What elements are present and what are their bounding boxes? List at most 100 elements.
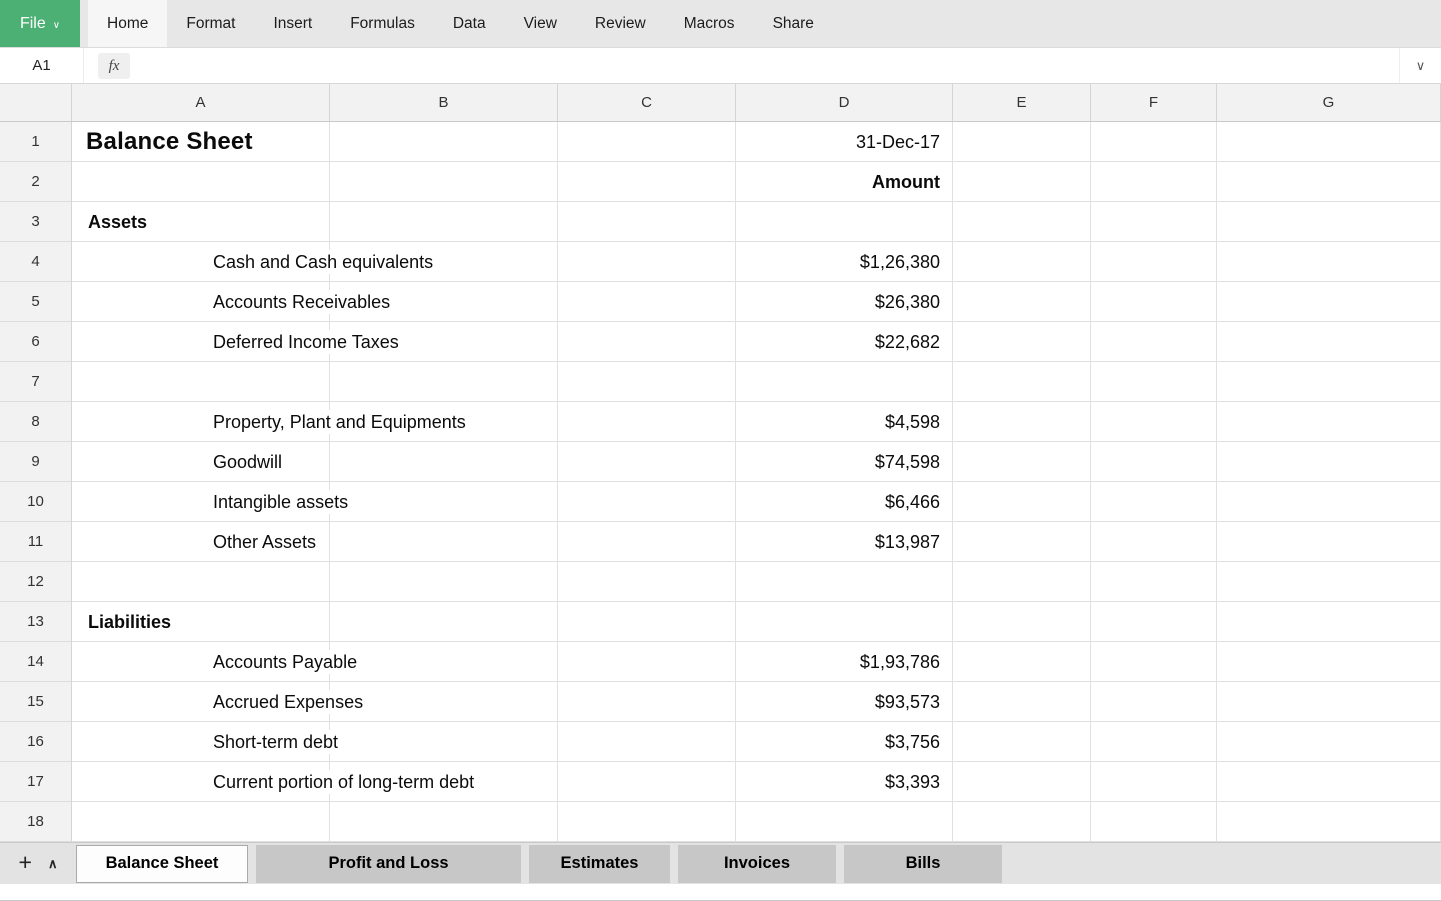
row-header-11[interactable]: 11	[0, 522, 72, 562]
row-header-14[interactable]: 14	[0, 642, 72, 682]
row-header-10[interactable]: 10	[0, 482, 72, 522]
cell-E2[interactable]	[953, 162, 1091, 202]
cell-G11[interactable]	[1217, 522, 1441, 562]
cell-F7[interactable]	[1091, 362, 1217, 402]
row-header-7[interactable]: 7	[0, 362, 72, 402]
cell-G8[interactable]	[1217, 402, 1441, 442]
cell-D8[interactable]: $4,598	[736, 402, 953, 442]
cell-E10[interactable]	[953, 482, 1091, 522]
cell-D4[interactable]: $1,26,380	[736, 242, 953, 282]
cell-E4[interactable]	[953, 242, 1091, 282]
row-header-5[interactable]: 5	[0, 282, 72, 322]
cell-A14[interactable]: Accounts Payable	[72, 642, 330, 682]
cell-B3[interactable]	[330, 202, 558, 242]
cell-G1[interactable]	[1217, 122, 1441, 162]
cell-E14[interactable]	[953, 642, 1091, 682]
row-header-18[interactable]: 18	[0, 802, 72, 842]
cell-A6[interactable]: Deferred Income Taxes	[72, 322, 330, 362]
menu-item-review[interactable]: Review	[576, 0, 665, 47]
cell-E7[interactable]	[953, 362, 1091, 402]
formula-bar-expand-chevron-icon[interactable]: ∨	[1399, 48, 1441, 83]
formula-input[interactable]	[140, 48, 1399, 83]
cell-C7[interactable]	[558, 362, 736, 402]
file-menu-button[interactable]: File ∨	[0, 0, 80, 47]
cell-G4[interactable]	[1217, 242, 1441, 282]
column-header-G[interactable]: G	[1217, 84, 1441, 121]
cell-E12[interactable]	[953, 562, 1091, 602]
cell-C6[interactable]	[558, 322, 736, 362]
row-header-1[interactable]: 1	[0, 122, 72, 162]
cell-C4[interactable]	[558, 242, 736, 282]
sheet-tab-invoices[interactable]: Invoices	[678, 845, 836, 883]
cell-B12[interactable]	[330, 562, 558, 602]
cell-D13[interactable]	[736, 602, 953, 642]
column-header-B[interactable]: B	[330, 84, 558, 121]
cell-G5[interactable]	[1217, 282, 1441, 322]
row-header-16[interactable]: 16	[0, 722, 72, 762]
cell-G3[interactable]	[1217, 202, 1441, 242]
cell-C16[interactable]	[558, 722, 736, 762]
cell-D10[interactable]: $6,466	[736, 482, 953, 522]
cell-D12[interactable]	[736, 562, 953, 602]
cell-C15[interactable]	[558, 682, 736, 722]
menu-item-data[interactable]: Data	[434, 0, 505, 47]
cell-G17[interactable]	[1217, 762, 1441, 802]
cell-B16[interactable]	[330, 722, 558, 762]
cell-E15[interactable]	[953, 682, 1091, 722]
row-header-3[interactable]: 3	[0, 202, 72, 242]
cell-D14[interactable]: $1,93,786	[736, 642, 953, 682]
cell-A15[interactable]: Accrued Expenses	[72, 682, 330, 722]
cell-D5[interactable]: $26,380	[736, 282, 953, 322]
row-header-12[interactable]: 12	[0, 562, 72, 602]
cell-F16[interactable]	[1091, 722, 1217, 762]
cell-A13[interactable]: Liabilities	[72, 602, 330, 642]
cell-C17[interactable]	[558, 762, 736, 802]
cell-D17[interactable]: $3,393	[736, 762, 953, 802]
cell-D6[interactable]: $22,682	[736, 322, 953, 362]
fx-icon[interactable]: fx	[98, 53, 130, 79]
cell-G16[interactable]	[1217, 722, 1441, 762]
cell-C2[interactable]	[558, 162, 736, 202]
cell-E5[interactable]	[953, 282, 1091, 322]
cell-D18[interactable]	[736, 802, 953, 842]
column-header-C[interactable]: C	[558, 84, 736, 121]
cell-B9[interactable]	[330, 442, 558, 482]
sheet-tab-estimates[interactable]: Estimates	[529, 845, 670, 883]
cell-C3[interactable]	[558, 202, 736, 242]
add-sheet-icon[interactable]: +	[19, 851, 32, 874]
chevron-up-icon[interactable]: ∧	[48, 856, 58, 872]
cell-D15[interactable]: $93,573	[736, 682, 953, 722]
cell-C11[interactable]	[558, 522, 736, 562]
cell-C9[interactable]	[558, 442, 736, 482]
cell-B11[interactable]	[330, 522, 558, 562]
cell-A4[interactable]: Cash and Cash equivalents	[72, 242, 330, 282]
cell-E6[interactable]	[953, 322, 1091, 362]
cell-C13[interactable]	[558, 602, 736, 642]
cell-F17[interactable]	[1091, 762, 1217, 802]
cell-A17[interactable]: Current portion of long-term debt	[72, 762, 330, 802]
cell-C12[interactable]	[558, 562, 736, 602]
menu-item-macros[interactable]: Macros	[665, 0, 754, 47]
cell-E11[interactable]	[953, 522, 1091, 562]
cell-E1[interactable]	[953, 122, 1091, 162]
cell-G14[interactable]	[1217, 642, 1441, 682]
cell-D16[interactable]: $3,756	[736, 722, 953, 762]
cell-F13[interactable]	[1091, 602, 1217, 642]
sheet-tab-profit-and-loss[interactable]: Profit and Loss	[256, 845, 521, 883]
cell-D7[interactable]	[736, 362, 953, 402]
cell-D1[interactable]: 31-Dec-17	[736, 122, 953, 162]
cell-C10[interactable]	[558, 482, 736, 522]
cell-A5[interactable]: Accounts Receivables	[72, 282, 330, 322]
cell-F1[interactable]	[1091, 122, 1217, 162]
cell-A11[interactable]: Other Assets	[72, 522, 330, 562]
cell-D3[interactable]	[736, 202, 953, 242]
cell-B15[interactable]	[330, 682, 558, 722]
cell-A8[interactable]: Property, Plant and Equipments	[72, 402, 330, 442]
cell-C18[interactable]	[558, 802, 736, 842]
cell-A7[interactable]	[72, 362, 330, 402]
cell-F6[interactable]	[1091, 322, 1217, 362]
cell-E17[interactable]	[953, 762, 1091, 802]
cell-A9[interactable]: Goodwill	[72, 442, 330, 482]
cell-A12[interactable]	[72, 562, 330, 602]
column-header-D[interactable]: D	[736, 84, 953, 121]
